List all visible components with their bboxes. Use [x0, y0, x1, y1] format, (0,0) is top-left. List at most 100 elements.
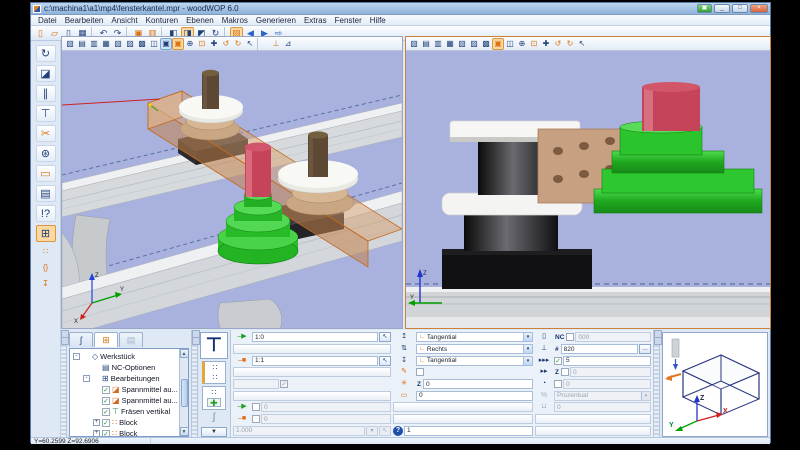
- tree-item-spannmittel-1[interactable]: ✓ ◪ Spannmittel au...: [93, 384, 178, 395]
- menu-ansicht[interactable]: Ansicht: [108, 16, 140, 25]
- empty-field[interactable]: [393, 414, 533, 425]
- menu-ebenen[interactable]: Ebenen: [183, 16, 217, 25]
- tree-expand-toggle[interactable]: -: [73, 353, 80, 360]
- menu-bearbeiten[interactable]: Bearbeiten: [62, 16, 107, 25]
- aux-in-field[interactable]: 0: [261, 402, 391, 413]
- left-vp-view-custom-button[interactable]: ◫: [148, 38, 160, 50]
- left-vp-zoom-window-button[interactable]: ⊡: [196, 38, 208, 50]
- depart-select[interactable]: ∟ Tangential ▾: [416, 355, 533, 366]
- scroll-up-icon[interactable]: ▲: [179, 349, 188, 358]
- right-vp-view-side-button[interactable]: ▥: [432, 38, 444, 50]
- tree-checkbox[interactable]: ✓: [102, 396, 110, 405]
- empty-field[interactable]: [535, 414, 651, 425]
- feed-rate-field[interactable]: 5: [563, 355, 651, 366]
- left-vp-view-front-button[interactable]: ▤: [76, 38, 88, 50]
- tree-checkbox[interactable]: ✓: [102, 407, 110, 416]
- approach-select[interactable]: ∟ Tangential ▾: [416, 332, 533, 343]
- dropdown-arrow-icon[interactable]: ▾: [523, 345, 532, 354]
- menu-makros[interactable]: Makros: [219, 16, 251, 25]
- left-vp-pointer-button[interactable]: ↖: [244, 38, 256, 50]
- feed-z-field[interactable]: 0: [569, 367, 651, 378]
- correction-select[interactable]: ∟ Rechts ▾: [416, 344, 533, 355]
- tree-item-bearbeitungen[interactable]: - ⊞ Bearbeitungen: [83, 373, 178, 384]
- tab-components[interactable]: ⊞: [94, 332, 118, 347]
- add-icon[interactable]: ✚: [206, 398, 221, 408]
- circular-saw-button[interactable]: ⊛: [35, 145, 56, 162]
- nc-document-button[interactable]: ▤: [35, 185, 56, 202]
- left-vp-measure-button[interactable]: ⊥: [270, 38, 282, 50]
- help-edit-button[interactable]: !?: [35, 205, 56, 222]
- tree-item-block-1[interactable]: + ✓ ∷ Block: [93, 417, 178, 428]
- left-viewport-canvas[interactable]: Z Y X: [62, 51, 402, 328]
- maximize-button[interactable]: □: [732, 4, 748, 13]
- left-vp-rotate-free-button[interactable]: ↺: [220, 38, 232, 50]
- aux-out-field[interactable]: 0: [261, 414, 391, 425]
- z-depth-field[interactable]: 0: [422, 379, 533, 390]
- close-button[interactable]: ×: [750, 4, 768, 13]
- empty-field[interactable]: [535, 425, 651, 436]
- nc-checkbox[interactable]: [566, 333, 575, 342]
- variables-button[interactable]: ∷: [36, 245, 56, 258]
- components-button[interactable]: ⊞: [35, 225, 56, 242]
- dropdown-arrow-icon[interactable]: ▾: [523, 356, 532, 365]
- pick-start-button[interactable]: ↖: [379, 332, 391, 343]
- ramp-checkbox[interactable]: [416, 368, 424, 377]
- left-vp-textured-view-button[interactable]: ▣: [172, 37, 184, 50]
- menu-konturen[interactable]: Konturen: [143, 16, 181, 25]
- tree-checkbox[interactable]: ✓: [102, 418, 110, 427]
- tree-checkbox[interactable]: ✓: [102, 429, 110, 436]
- aux-in-checkbox[interactable]: [252, 403, 260, 412]
- aux-out-checkbox[interactable]: [252, 415, 260, 424]
- comment-field[interactable]: 1: [404, 425, 533, 436]
- menu-generieren[interactable]: Generieren: [253, 16, 299, 25]
- left-vp-view-top-button[interactable]: ▦: [100, 38, 112, 50]
- dropdown-arrow-icon[interactable]: ▾: [523, 333, 532, 342]
- mill-vertical-button[interactable]: ⊤: [35, 105, 56, 122]
- right-vp-pointer-button[interactable]: ↖: [576, 38, 588, 50]
- left-vp-view-iso2-button[interactable]: ▧: [112, 38, 124, 50]
- braces-button[interactable]: {}: [36, 261, 56, 274]
- tab-list[interactable]: ▤: [119, 332, 143, 347]
- right-vp-rotate-axis-button[interactable]: ↻: [564, 38, 576, 50]
- open-file-button[interactable]: ▱: [48, 27, 61, 40]
- contour-icon[interactable]: ʃ: [204, 412, 224, 426]
- menu-fenster[interactable]: Fenster: [332, 16, 365, 25]
- left-vp-view-iso4-button[interactable]: ▩: [136, 38, 148, 50]
- empty-field[interactable]: [233, 344, 391, 355]
- tool-number-field[interactable]: 820: [560, 344, 638, 355]
- right-vp-view-iso2-button[interactable]: ▧: [456, 38, 468, 50]
- left-vp-shaded-view-button[interactable]: ▣: [160, 37, 172, 50]
- workplane-button[interactable]: ◪: [35, 65, 56, 82]
- feed-z-checkbox[interactable]: [560, 368, 569, 377]
- left-vp-view-iso-button[interactable]: ▧: [64, 38, 76, 50]
- right-vp-view-front-button[interactable]: ▤: [420, 38, 432, 50]
- contour-rotate-button[interactable]: ↻: [35, 45, 56, 62]
- left-vp-zoom-in-button[interactable]: ⊕: [184, 38, 196, 50]
- empty-field[interactable]: [233, 367, 391, 378]
- tree-item-fraesen-vertikal[interactable]: ✓ ⊤ Fräsen vertikal: [93, 406, 178, 417]
- macro-group[interactable]: ∷ ✚: [201, 386, 226, 410]
- right-vp-textured-view-button[interactable]: ▣: [492, 37, 504, 50]
- tree-expand-toggle[interactable]: +: [93, 430, 100, 436]
- tree-expand-toggle[interactable]: -: [83, 375, 90, 382]
- left-vp-view-iso3-button[interactable]: ▨: [124, 38, 136, 50]
- scroll-macros-button[interactable]: ▼: [200, 427, 227, 438]
- minimize-button[interactable]: _: [714, 4, 730, 13]
- right-vp-view-custom-button[interactable]: ◫: [504, 38, 516, 50]
- tree-scrollbar[interactable]: ▲ ▼: [179, 349, 188, 436]
- right-vp-view-iso4-button[interactable]: ▩: [480, 38, 492, 50]
- left-vp-measure-angle-button[interactable]: ⊿: [282, 38, 294, 50]
- drill-horizontal-button[interactable]: ∥: [35, 85, 56, 102]
- help-icon[interactable]: ?: [393, 425, 403, 436]
- right-vp-view-top-button[interactable]: ▦: [444, 38, 456, 50]
- panel-splitter[interactable]: [192, 330, 200, 439]
- right-viewport-canvas[interactable]: Z Y: [406, 51, 770, 328]
- pick-end-button[interactable]: ↖: [379, 355, 391, 366]
- scroll-down-icon[interactable]: ▼: [179, 427, 188, 436]
- dwell-checkbox[interactable]: [554, 380, 562, 389]
- start-point-field[interactable]: 1:0: [252, 332, 378, 343]
- dwell-field[interactable]: 0: [563, 379, 651, 390]
- scroll-thumb[interactable]: [180, 378, 188, 407]
- panel-splitter[interactable]: [61, 330, 69, 439]
- pocket-button[interactable]: ▭: [35, 165, 56, 182]
